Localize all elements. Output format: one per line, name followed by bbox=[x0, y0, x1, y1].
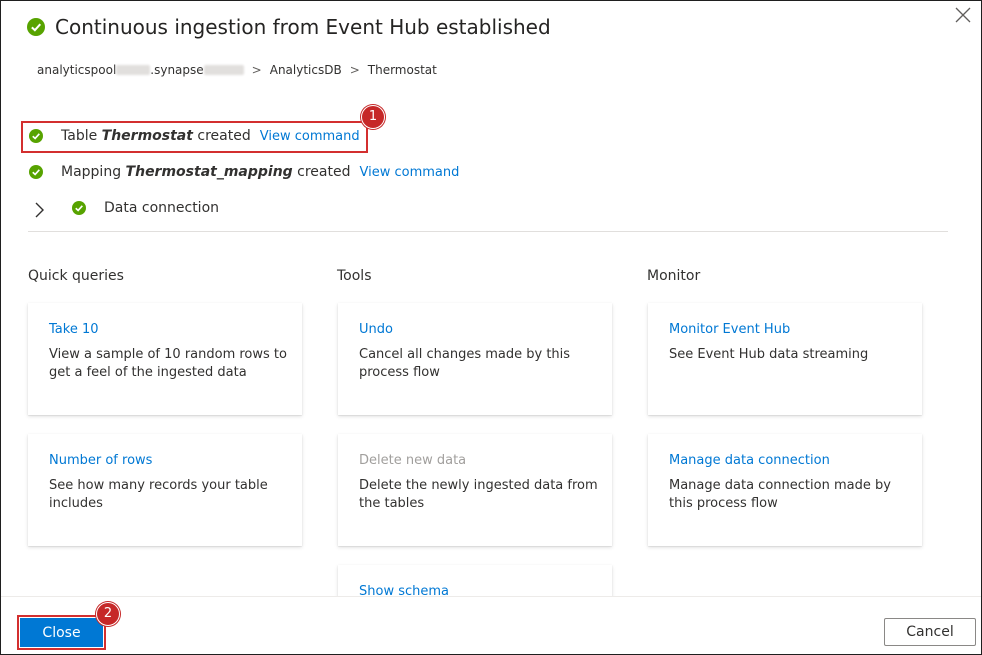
card-description: View a sample of 10 random rows to get a… bbox=[49, 347, 287, 380]
redacted-text bbox=[203, 65, 244, 75]
tools-heading: Tools bbox=[337, 268, 372, 284]
monitor-heading: Monitor bbox=[647, 268, 701, 284]
status-suffix: created bbox=[297, 164, 351, 180]
status-data-connection: Data connection bbox=[72, 200, 219, 216]
redacted-text bbox=[116, 65, 151, 75]
highlight-box bbox=[21, 121, 368, 153]
card-delete-new-data[interactable]: Delete new data Delete the newly ingeste… bbox=[338, 434, 612, 546]
card-description: Cancel all changes made by this process … bbox=[359, 347, 571, 380]
card-description: Delete the newly ingested data from the … bbox=[359, 478, 598, 511]
status-prefix: Mapping bbox=[61, 164, 122, 180]
card-monitor-event-hub[interactable]: Monitor Event Hub See Event Hub data str… bbox=[648, 303, 922, 415]
breadcrumb-database[interactable]: AnalyticsDB bbox=[270, 63, 342, 77]
ingestion-dialog: Continuous ingestion from Event Hub esta… bbox=[0, 0, 982, 655]
dialog-footer bbox=[1, 596, 981, 654]
card-undo[interactable]: Undo Cancel all changes made by this pro… bbox=[338, 303, 612, 415]
quick-queries-heading: Quick queries bbox=[28, 268, 124, 284]
card-number-of-rows[interactable]: Number of rows See how many records your… bbox=[28, 434, 302, 546]
success-check-icon bbox=[29, 165, 43, 179]
card-title: Manage data connection bbox=[669, 453, 830, 468]
cancel-button[interactable]: Cancel bbox=[884, 618, 976, 646]
breadcrumb-workspace-prefix: analyticspool bbox=[37, 63, 117, 77]
card-title: Undo bbox=[359, 322, 393, 337]
mapping-name: Thermostat_mapping bbox=[125, 164, 293, 180]
card-manage-data-connection[interactable]: Manage data connection Manage data conne… bbox=[648, 434, 922, 546]
view-command-link[interactable]: View command bbox=[359, 165, 459, 180]
divider bbox=[28, 231, 948, 232]
callout-badge-1: 1 bbox=[361, 105, 385, 129]
card-description: Manage data connection made by this proc… bbox=[669, 478, 891, 511]
success-check-icon bbox=[27, 18, 45, 36]
breadcrumb-separator: > bbox=[349, 63, 360, 77]
breadcrumb-separator: > bbox=[251, 63, 262, 77]
breadcrumb-workspace-middle: .synapse bbox=[150, 63, 204, 77]
card-description: See how many records your table includes bbox=[49, 478, 268, 511]
dialog-header: Continuous ingestion from Event Hub esta… bbox=[27, 13, 551, 41]
card-take-10[interactable]: Take 10 View a sample of 10 random rows … bbox=[28, 303, 302, 415]
status-mapping-created: Mapping Thermostat_mapping created View … bbox=[29, 164, 459, 180]
success-check-icon bbox=[72, 201, 86, 215]
status-label: Mapping Thermostat_mapping created bbox=[61, 164, 350, 180]
callout-badge-2: 2 bbox=[96, 602, 120, 626]
breadcrumb: analyticspool .synapse > AnalyticsDB > T… bbox=[37, 63, 437, 77]
card-title: Take 10 bbox=[49, 322, 99, 337]
dialog-title: Continuous ingestion from Event Hub esta… bbox=[55, 15, 551, 39]
highlight-box bbox=[17, 615, 106, 650]
close-icon[interactable] bbox=[953, 5, 973, 25]
data-connection-label: Data connection bbox=[104, 200, 220, 216]
card-description: See Event Hub data streaming bbox=[669, 347, 869, 362]
breadcrumb-table[interactable]: Thermostat bbox=[368, 63, 437, 77]
card-title: Delete new data bbox=[359, 453, 467, 468]
card-title: Number of rows bbox=[49, 453, 153, 468]
chevron-right-icon[interactable] bbox=[33, 200, 45, 220]
card-title: Monitor Event Hub bbox=[669, 322, 791, 337]
